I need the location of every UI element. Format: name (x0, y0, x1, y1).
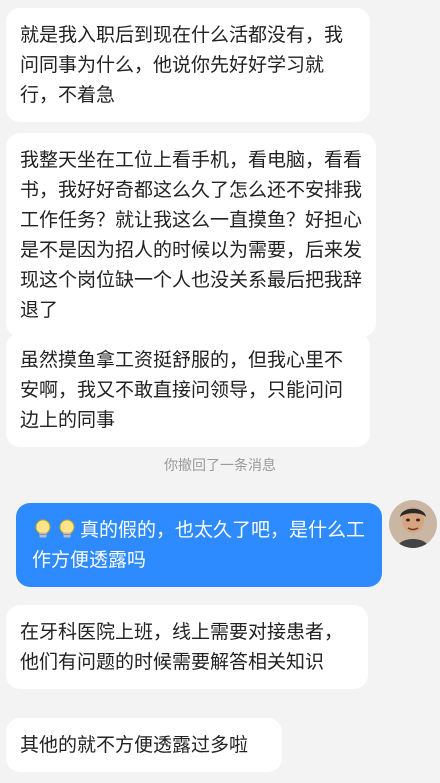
lightbulb-emoji-icon (56, 518, 78, 540)
incoming-message[interactable]: 在牙科医院上班，线上需要对接患者，他们有问题的时候需要解答相关知识 (6, 605, 368, 689)
message-text: 我整天坐在工位上看手机，看电脑，看看书，我好好奇都这么久了怎么还不安排我工作任务… (20, 149, 363, 321)
message-text: 虽然摸鱼拿工资挺舒服的，但我心里不安啊，我又不敢直接问领导，只能问问边上的同事 (20, 349, 344, 431)
message-text: 在牙科医院上班，线上需要对接患者，他们有问题的时候需要解答相关知识 (20, 621, 344, 673)
incoming-message[interactable]: 虽然摸鱼拿工资挺舒服的，但我心里不安啊，我又不敢直接问领导，只能问问边上的同事 (6, 333, 370, 447)
incoming-message[interactable]: 我整天坐在工位上看手机，看电脑，看看书，我好好奇都这么久了怎么还不安排我工作任务… (6, 133, 376, 337)
incoming-message[interactable]: 就是我入职后到现在什么活都没有，我问同事为什么，他说你先好好学习就行，不着急 (6, 8, 370, 122)
user-avatar[interactable] (389, 500, 437, 548)
message-text: 其他的就不方便透露过多啦 (20, 734, 249, 756)
outgoing-message[interactable]: 真的假的，也太久了吧，是什么工作方便透露吗 (16, 503, 382, 587)
lightbulb-emoji-icon (32, 518, 54, 540)
recalled-message-notice: 你撤回了一条消息 (164, 458, 276, 474)
message-text: 就是我入职后到现在什么活都没有，我问同事为什么，他说你先好好学习就行，不着急 (20, 24, 344, 106)
message-text: 真的假的，也太久了吧，是什么工作方便透露吗 (32, 519, 366, 571)
chat-thread: 就是我入职后到现在什么活都没有，我问同事为什么，他说你先好好学习就行，不着急 我… (0, 0, 440, 783)
incoming-message[interactable]: 其他的就不方便透露过多啦 (6, 718, 282, 772)
